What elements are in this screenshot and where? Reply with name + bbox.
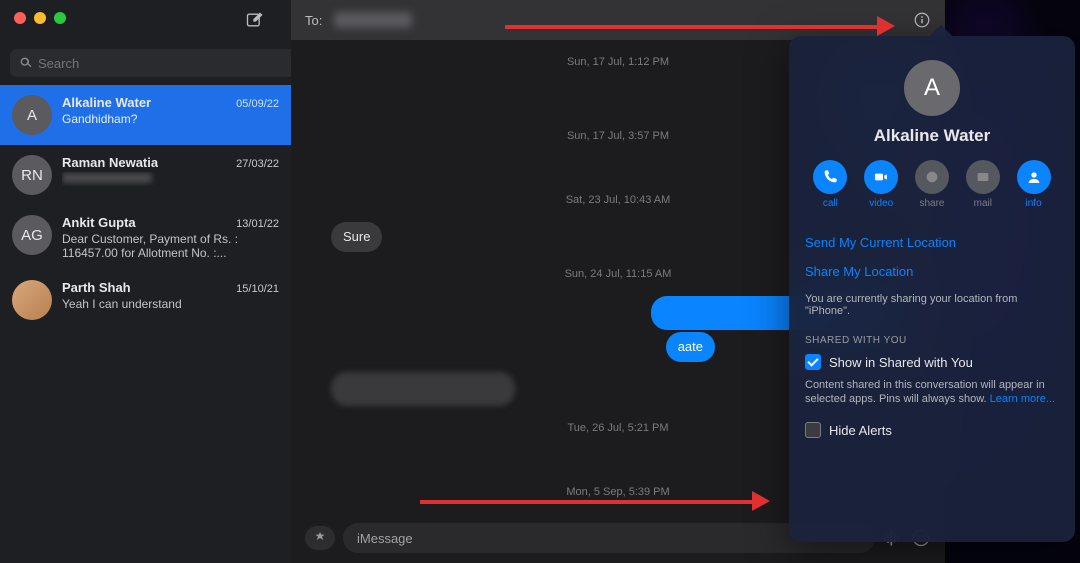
recipient-redacted (334, 12, 412, 28)
shared-description: Content shared in this conversation will… (805, 378, 1059, 406)
avatar: A (12, 95, 52, 135)
info-icon (913, 11, 931, 29)
learn-more-link[interactable]: Learn more... (990, 393, 1055, 405)
conversation-preview: Dear Customer, Payment of Rs. : 116457.0… (62, 232, 279, 260)
avatar: AG (12, 215, 52, 255)
conversation-row[interactable]: A Alkaline Water 05/09/22 Gandhidham? (0, 85, 291, 145)
send-location-link[interactable]: Send My Current Location (805, 225, 1059, 260)
to-label: To: (305, 13, 322, 28)
share-icon (924, 169, 940, 185)
info-button[interactable]: info (1017, 160, 1051, 209)
call-button[interactable]: call (813, 160, 847, 209)
location-note: You are currently sharing your location … (805, 293, 1059, 317)
popover-avatar: A (904, 60, 960, 116)
action-label: info (1026, 198, 1042, 209)
checkbox-label: Hide Alerts (829, 423, 892, 438)
action-label: share (919, 198, 944, 209)
conversation-preview (62, 172, 279, 186)
conversation-row[interactable]: Parth Shah 15/10/21 Yeah I can understan… (0, 270, 291, 330)
share-location-link[interactable]: Share My Location (805, 260, 1059, 289)
action-label: video (869, 198, 893, 209)
outgoing-message[interactable]: aate (666, 332, 715, 362)
hide-alerts-checkbox[interactable]: Hide Alerts (805, 422, 1059, 438)
minimize-window-button[interactable] (34, 12, 46, 24)
conversation-list: A Alkaline Water 05/09/22 Gandhidham? RN… (0, 85, 291, 563)
checkbox-label: Show in Shared with You (829, 355, 973, 370)
conversation-name: Raman Newatia (62, 155, 158, 170)
conversation-preview: Yeah I can understand (62, 297, 279, 311)
conversation-date: 15/10/21 (236, 283, 279, 295)
conversation-row[interactable]: RN Raman Newatia 27/03/22 (0, 145, 291, 205)
close-window-button[interactable] (14, 12, 26, 24)
conversation-name: Alkaline Water (62, 95, 151, 110)
mail-icon (975, 169, 991, 185)
video-icon (873, 169, 889, 185)
details-popover: A Alkaline Water call video share mail (789, 36, 1075, 542)
checkbox-icon (805, 422, 821, 438)
person-icon (1026, 169, 1042, 185)
details-button[interactable] (913, 11, 931, 29)
conversation-name: Parth Shah (62, 280, 131, 295)
appstore-icon (312, 530, 328, 546)
mail-button: mail (966, 160, 1000, 209)
sidebar: A Alkaline Water 05/09/22 Gandhidham? RN… (0, 0, 291, 563)
apps-button[interactable] (305, 526, 335, 550)
conversation-date: 05/09/22 (236, 98, 279, 110)
action-label: call (823, 198, 838, 209)
message-placeholder: iMessage (357, 531, 413, 546)
search-field[interactable] (10, 49, 281, 77)
conversation-pane: To: Sun, 17 Jul, 1:12 PM Mau Sun, 17 Jul… (291, 0, 945, 563)
popover-contact-name: Alkaline Water (805, 126, 1059, 146)
conversation-name: Ankit Gupta (62, 215, 136, 230)
phone-icon (822, 169, 838, 185)
action-label: mail (974, 198, 992, 209)
search-icon (18, 55, 34, 71)
avatar (12, 280, 52, 320)
conversation-date: 27/03/22 (236, 158, 279, 170)
avatar: RN (12, 155, 52, 195)
window-controls (0, 0, 291, 35)
zoom-window-button[interactable] (54, 12, 66, 24)
conversation-date: 13/01/22 (236, 218, 279, 230)
conversation-row[interactable]: AG Ankit Gupta 13/01/22 Dear Customer, P… (0, 205, 291, 270)
video-button[interactable]: video (864, 160, 898, 209)
checkbox-icon (805, 354, 821, 370)
show-shared-checkbox[interactable]: Show in Shared with You (805, 354, 1059, 370)
incoming-message[interactable]: Sure (331, 222, 382, 252)
incoming-message[interactable] (331, 372, 515, 406)
popover-actions: call video share mail info (805, 160, 1059, 209)
search-input[interactable] (10, 49, 319, 77)
compose-button[interactable] (245, 10, 265, 35)
conversation-header: To: (291, 0, 945, 40)
conversation-preview: Gandhidham? (62, 112, 279, 126)
shared-with-you-heading: SHARED WITH YOU (805, 335, 1059, 346)
share-button: share (915, 160, 949, 209)
